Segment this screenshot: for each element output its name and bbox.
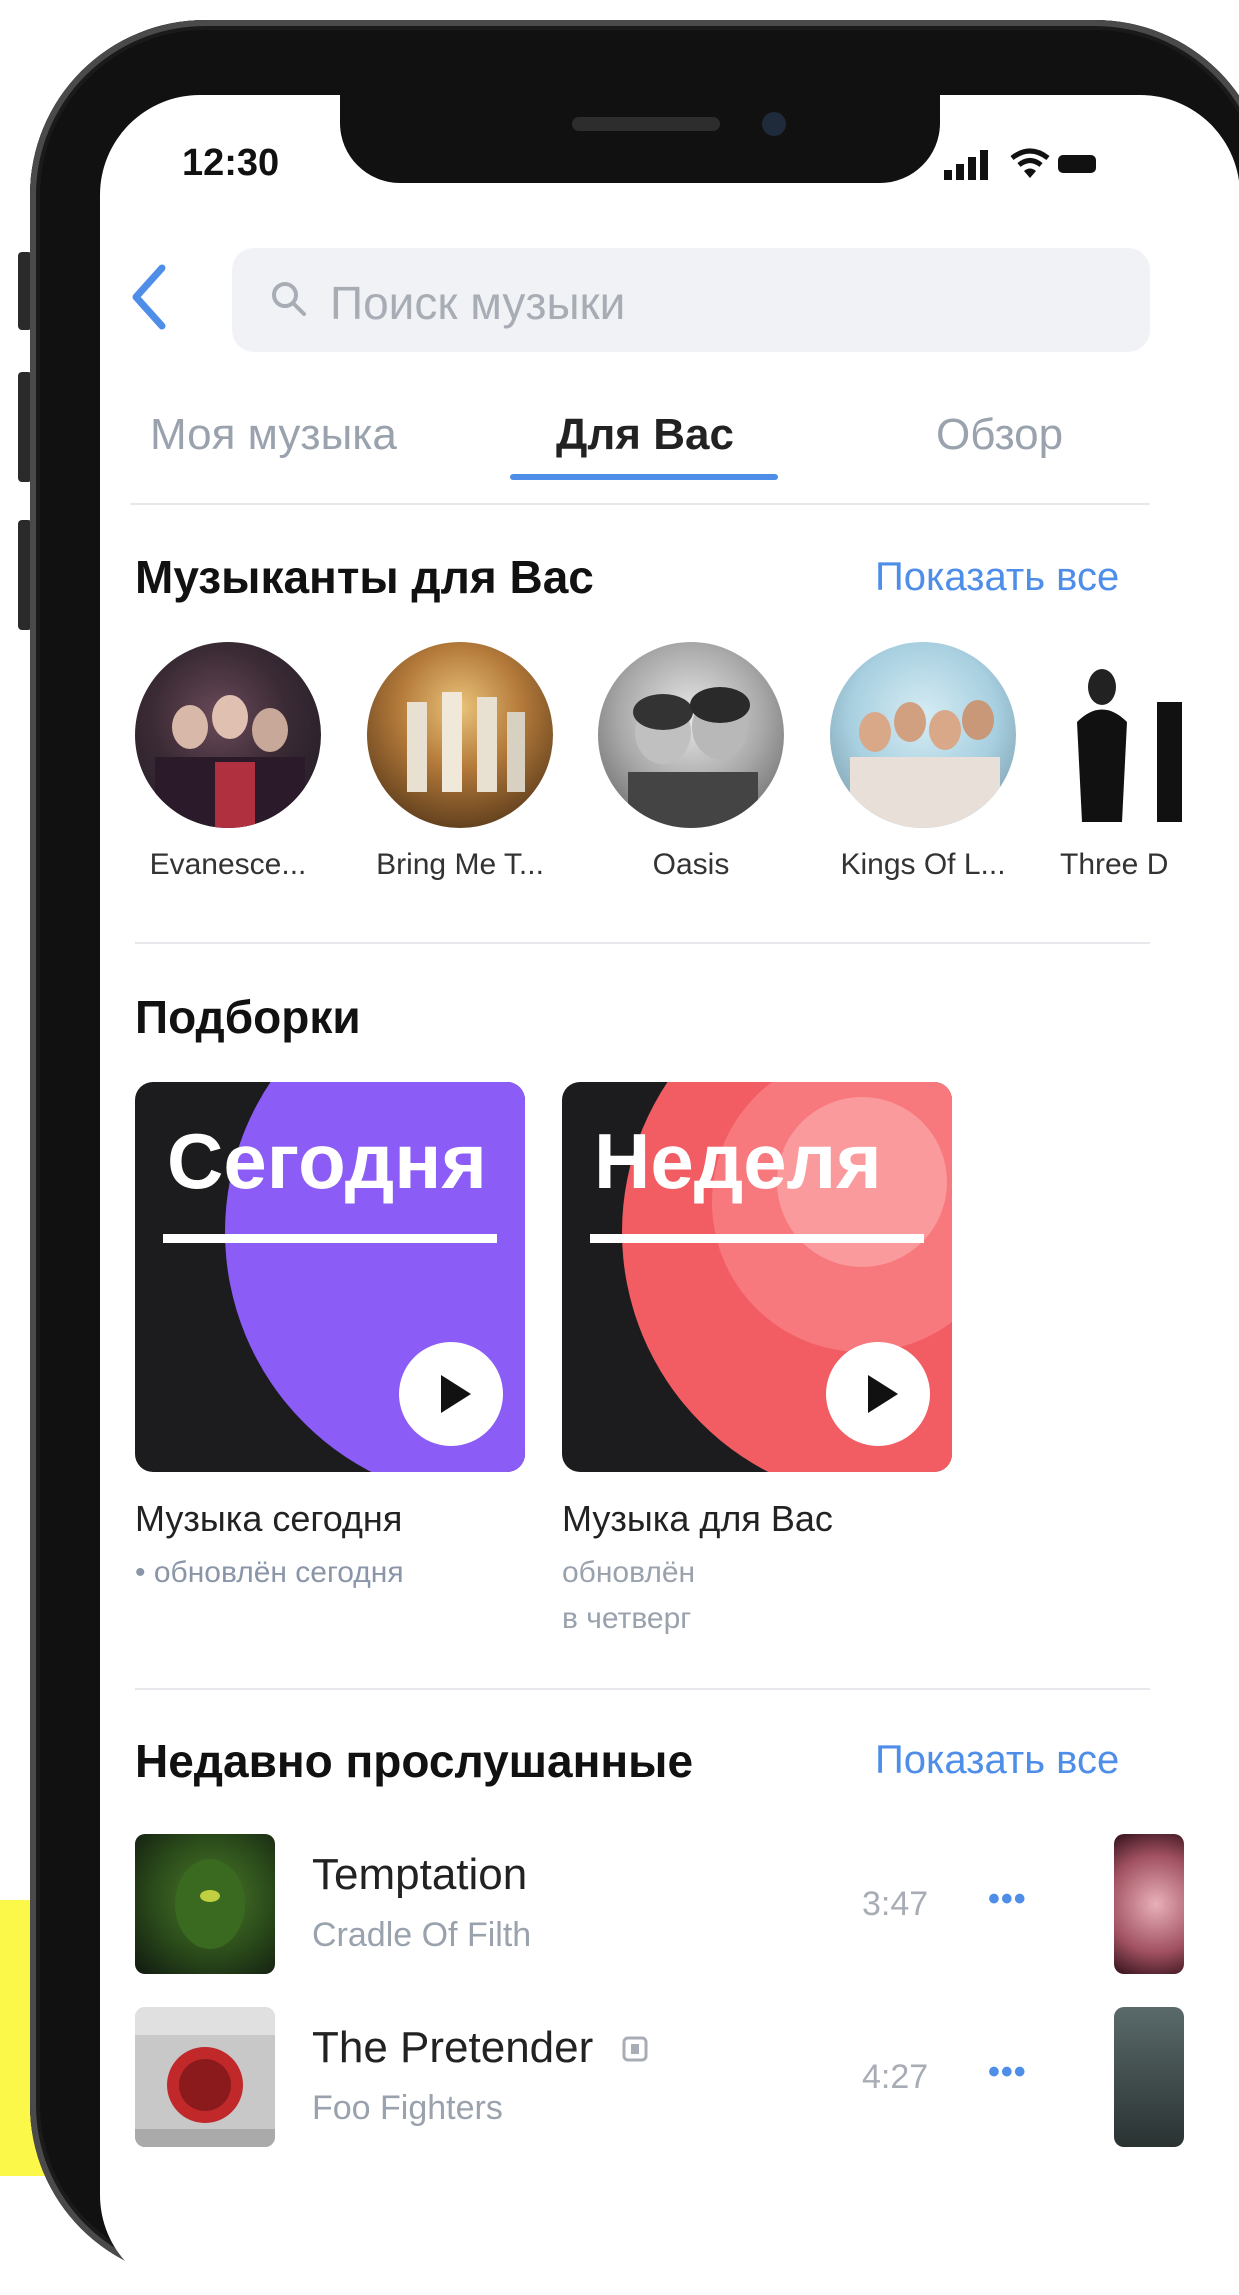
playlist-subtitle: обновлён	[562, 1556, 696, 1589]
artist-name: Kings Of L...	[840, 848, 1006, 881]
artist-avatar[interactable]	[830, 642, 1016, 828]
playlist-subtitle: в четверг	[562, 1602, 692, 1635]
cover-line	[163, 1234, 497, 1243]
battery-icon	[1058, 155, 1096, 173]
track-cover[interactable]	[135, 2007, 275, 2147]
cover-line	[590, 1234, 924, 1243]
more-options-icon[interactable]: •••	[988, 1880, 1027, 1919]
track-duration: 3:47	[862, 1885, 929, 1923]
search-placeholder: Поиск музыки	[330, 277, 626, 329]
playlist-title[interactable]: Музыка сегодня	[135, 1498, 402, 1540]
tab-browse[interactable]: Обзор	[936, 410, 1063, 460]
front-camera	[762, 112, 786, 136]
tabs-divider	[130, 503, 1150, 505]
track-title[interactable]: The Pretender	[312, 2023, 593, 2073]
play-button[interactable]	[399, 1342, 503, 1446]
speaker	[572, 117, 720, 131]
artist-name: Bring Me T...	[376, 848, 544, 881]
band-photo-icon	[407, 692, 525, 792]
section-divider	[135, 1688, 1150, 1690]
track-artist: Cradle Of Filth	[312, 1916, 532, 1954]
track-cover[interactable]	[1114, 1834, 1184, 1974]
play-icon	[441, 1375, 471, 1413]
artists-section-title: Музыканты для Вас	[135, 551, 594, 603]
artist-avatar[interactable]	[1062, 642, 1182, 828]
track-title[interactable]: Temptation	[312, 1850, 527, 1900]
tab-for-you[interactable]: Для Вас	[556, 410, 734, 460]
search-icon	[272, 282, 306, 316]
recent-section-title: Недавно прослушанные	[135, 1735, 694, 1787]
band-photo-icon	[628, 687, 758, 828]
track-cover[interactable]	[1114, 2007, 1184, 2147]
tab-my-music[interactable]: Моя музыка	[150, 410, 397, 460]
status-time: 12:30	[182, 142, 280, 184]
play-button[interactable]	[826, 1342, 930, 1446]
explicit-icon	[622, 2036, 648, 2062]
cover-title: Сегодня	[167, 1117, 487, 1205]
track-duration: 4:27	[862, 2058, 929, 2096]
playlist-cover-today[interactable]: Сегодня	[135, 1082, 525, 1472]
play-icon	[868, 1375, 898, 1413]
artist-name: Evanesce...	[149, 848, 307, 881]
section-divider	[135, 942, 1150, 944]
artist-avatar[interactable]	[135, 642, 321, 828]
band-photo-icon	[850, 700, 1000, 828]
cover-title: Неделя	[594, 1117, 882, 1205]
wifi-icon	[1010, 148, 1050, 178]
playlist-cover-week[interactable]: Неделя	[562, 1082, 952, 1472]
playlist-title[interactable]: Музыка для Вас	[562, 1498, 833, 1540]
band-photo-icon	[155, 695, 305, 828]
playlist-subtitle: • обновлён сегодня	[135, 1556, 404, 1589]
track-cover[interactable]	[135, 1834, 275, 1974]
album-art-icon	[135, 2007, 275, 2147]
recent-show-all-link[interactable]: Показать все	[875, 1738, 1119, 1783]
notch	[340, 95, 940, 183]
artist-name: Three D	[1060, 848, 1169, 881]
signal-icon	[944, 150, 988, 180]
artist-name: Oasis	[652, 848, 730, 881]
album-art-icon	[175, 1859, 245, 1949]
track-artist: Foo Fighters	[312, 2089, 503, 2127]
collections-section-title: Подборки	[135, 991, 361, 1043]
artist-avatar[interactable]	[367, 642, 553, 828]
artists-show-all-link[interactable]: Показать все	[875, 555, 1119, 600]
active-tab-indicator	[510, 474, 778, 480]
back-chevron-icon[interactable]	[128, 262, 168, 332]
more-options-icon[interactable]: •••	[988, 2053, 1027, 2092]
band-photo-icon	[1077, 669, 1182, 822]
artist-avatar[interactable]	[598, 642, 784, 828]
